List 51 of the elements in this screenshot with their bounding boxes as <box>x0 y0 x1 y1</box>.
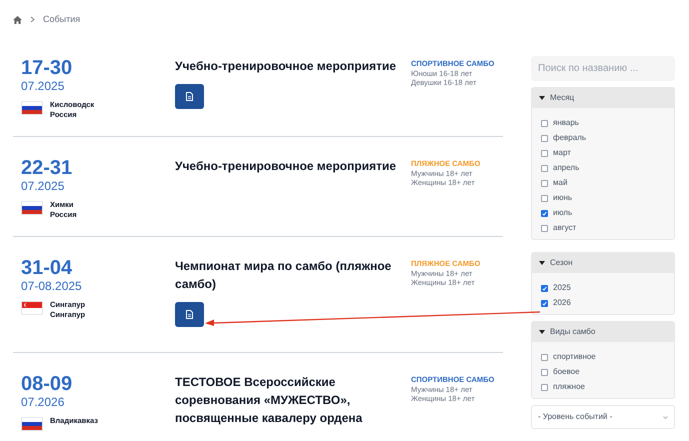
event-month: 07-08.2025 <box>21 279 83 293</box>
checkbox[interactable] <box>541 180 548 186</box>
checkbox[interactable] <box>541 354 548 360</box>
checkbox-label: 2025 <box>553 283 571 293</box>
event-title: Учебно-тренировочное мероприятие <box>175 58 397 75</box>
filter-title: Месяц <box>550 92 574 104</box>
checkbox-label: апрель <box>553 163 580 173</box>
event-title: ТЕСТОВОЕ Всероссийские соревнования «МУЖЕСТВО», посвященные кавалеру ордена <box>175 374 364 427</box>
checkbox-label: январь <box>553 118 579 128</box>
event-days: 17-30 <box>21 57 175 79</box>
chevron-icon <box>30 16 35 23</box>
checkbox-label: июнь <box>553 193 572 203</box>
checkbox[interactable] <box>541 384 548 390</box>
level-select[interactable]: - Уровень событий - <box>531 405 675 429</box>
event-days: 22-31 <box>21 157 175 179</box>
chevron-down-icon <box>663 416 668 418</box>
checkbox-label: май <box>553 178 568 188</box>
checkbox-label: боевое <box>553 367 580 377</box>
checkbox-label: спортивное <box>553 352 596 362</box>
checkbox[interactable] <box>541 134 548 142</box>
checkbox[interactable] <box>541 368 548 376</box>
event-month: 07.2025 <box>21 79 66 93</box>
event-month: 07.2026 <box>21 395 66 409</box>
checkbox-label: июль <box>553 208 572 218</box>
event-title: Учебно-тренировочное мероприятие <box>175 158 397 175</box>
checkbox[interactable] <box>541 224 548 232</box>
event-days: 31-04 <box>21 257 175 279</box>
checkbox-label: август <box>553 223 576 233</box>
breadcrumb-current: События <box>43 12 80 26</box>
checkbox-label: 2026 <box>553 298 571 308</box>
caret-icon <box>539 261 545 265</box>
checkbox-label: февраль <box>553 133 586 143</box>
filter-title: Сезон <box>550 257 572 269</box>
caret-icon <box>539 96 545 100</box>
document-button[interactable] <box>175 84 204 109</box>
event-month: 07.2025 <box>21 179 66 193</box>
event-title: Чемпионат мира по самбо (пляжное самбо) <box>175 258 392 293</box>
search-field[interactable]: Поиск по названию ... <box>531 56 675 81</box>
checkbox[interactable] <box>541 164 548 172</box>
document-icon <box>186 92 193 101</box>
filter-title: Виды самбо <box>550 326 596 338</box>
checkbox[interactable] <box>541 120 548 126</box>
caret-icon <box>539 330 545 334</box>
document-button[interactable] <box>175 302 204 327</box>
checkbox-label: март <box>553 148 571 158</box>
document-icon <box>186 310 193 319</box>
home-icon[interactable] <box>13 16 22 24</box>
checkbox[interactable] <box>541 194 548 202</box>
event-days: 08-09 <box>21 373 175 395</box>
checkbox-label: пляжное <box>553 382 585 392</box>
checkbox[interactable] <box>541 150 548 156</box>
